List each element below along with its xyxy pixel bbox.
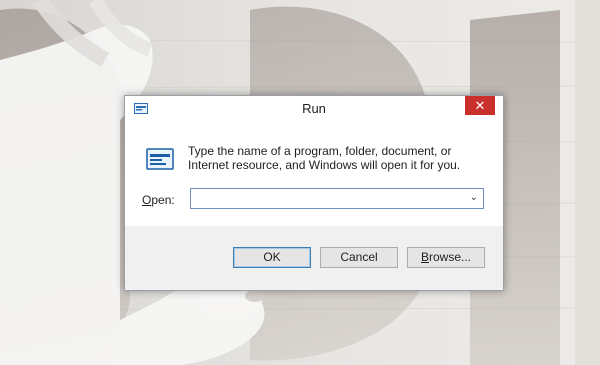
- cancel-button[interactable]: Cancel: [320, 247, 398, 268]
- chevron-down-icon[interactable]: ⌄: [470, 192, 478, 203]
- dialog-title: Run: [302, 101, 326, 116]
- open-combobox[interactable]: ⌄: [190, 188, 484, 209]
- browse-label: rowse...: [429, 250, 472, 264]
- ok-button[interactable]: OK: [233, 247, 311, 268]
- button-bar: OK Cancel Browse...: [125, 226, 503, 290]
- browse-mnemonic: B: [420, 250, 429, 264]
- close-button[interactable]: ✕: [465, 96, 495, 115]
- open-label-text: pen:: [151, 193, 175, 207]
- run-large-icon: [146, 148, 174, 170]
- browse-button[interactable]: Browse...: [407, 247, 485, 268]
- open-label: Open:: [142, 193, 175, 207]
- dialog-description: Type the name of a program, folder, docu…: [188, 144, 461, 172]
- title-bar[interactable]: Run ✕: [125, 96, 503, 122]
- dialog-content: Type the name of a program, folder, docu…: [125, 122, 503, 226]
- open-label-mnemonic: O: [142, 193, 152, 207]
- close-icon: ✕: [474, 98, 486, 113]
- run-dialog: Run ✕ Type the name of a program, folder…: [124, 95, 504, 291]
